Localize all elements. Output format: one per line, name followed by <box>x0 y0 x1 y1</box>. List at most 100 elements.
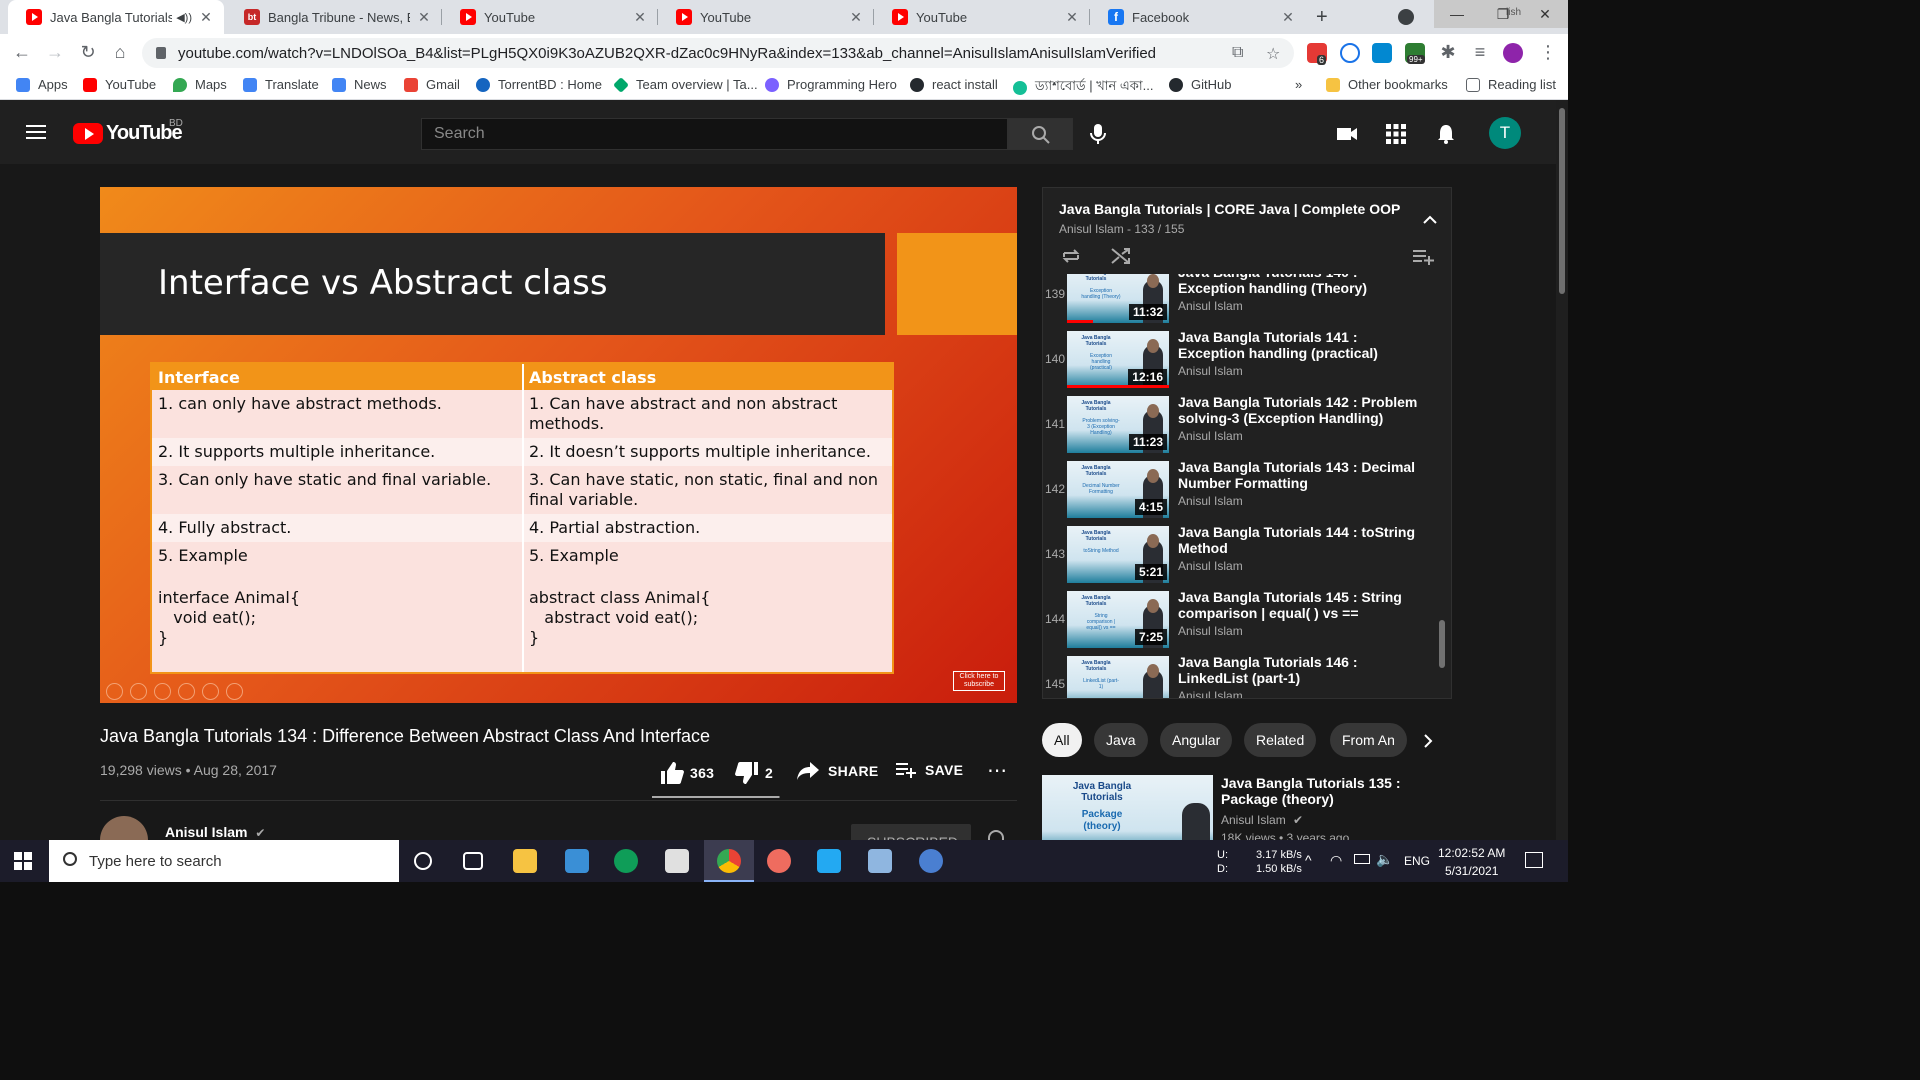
bookmark-programming-hero[interactable]: Programming Hero <box>765 77 897 92</box>
menu-hamburger-icon[interactable] <box>26 125 46 139</box>
notification-center-icon[interactable] <box>1525 852 1543 868</box>
close-tab-icon[interactable]: ✕ <box>632 9 648 26</box>
channel-name[interactable]: Anisul Islam ✔ <box>165 824 265 840</box>
playlist-thumbnail[interactable]: Java Bangla TutorialsException handling … <box>1067 331 1169 388</box>
chip-angular[interactable]: Angular <box>1160 723 1233 757</box>
chip-related[interactable]: Related <box>1244 723 1317 757</box>
channel-avatar[interactable] <box>100 816 148 840</box>
vscode-icon[interactable] <box>817 849 841 873</box>
bookmark-maps[interactable]: Maps <box>173 77 227 92</box>
extension-1-icon[interactable]: 6 <box>1307 43 1327 65</box>
playlist-item[interactable]: 142 Java Bangla Tutorials Decimal Number F… <box>1043 457 1451 522</box>
bookmark-gmail[interactable]: Gmail <box>404 77 460 92</box>
other-bookmarks[interactable]: Other bookmarks <box>1326 77 1448 92</box>
file-explorer-icon[interactable] <box>513 849 537 873</box>
speaker-icon[interactable]: ◀)) <box>176 11 192 24</box>
task-view-icon[interactable] <box>463 852 483 870</box>
prev-slide-icon[interactable] <box>106 683 123 700</box>
recommended-thumbnail[interactable]: Java Bangla Tutorials Package (theory) <box>1042 775 1213 840</box>
extension-4-icon[interactable]: 99+ <box>1405 43 1425 64</box>
home-icon[interactable]: ⌂ <box>108 42 132 63</box>
more-actions-icon[interactable]: ⋯ <box>987 758 1007 783</box>
recommended-video[interactable]: Java Bangla Tutorials Package (theory) J… <box>1042 775 1452 840</box>
bookmark-translate[interactable]: Translate <box>243 77 319 92</box>
paint-app-icon[interactable] <box>767 849 791 873</box>
page-scrollbar[interactable] <box>1556 100 1568 840</box>
save-button[interactable]: SAVE <box>896 762 963 778</box>
click-to-subscribe-chip[interactable]: Click here to subscribe <box>953 671 1005 691</box>
bookmark-react-install[interactable]: react install <box>910 77 998 92</box>
media-control-icon[interactable]: ≡ <box>1468 42 1492 63</box>
tab-facebook[interactable]: f Facebook ✕ <box>1090 0 1306 34</box>
playlist-scrollbar-thumb[interactable] <box>1439 620 1445 668</box>
chips-next-chevron-icon[interactable] <box>1423 734 1433 748</box>
windows-start-icon[interactable] <box>14 852 32 870</box>
like-button[interactable]: 363 <box>660 762 714 784</box>
new-tab-icon[interactable]: + <box>1316 6 1328 29</box>
bookmarks-overflow-button[interactable]: » <box>1295 77 1302 92</box>
chip-all[interactable]: All <box>1042 723 1082 757</box>
close-tab-icon[interactable]: ✕ <box>198 9 214 26</box>
tab-youtube-1[interactable]: YouTube ✕ <box>442 0 658 34</box>
page-scrollbar-thumb[interactable] <box>1559 108 1565 294</box>
skype-icon[interactable] <box>1372 43 1392 63</box>
video-player[interactable]: Interface vs Abstract class Interface Ab… <box>100 187 1017 703</box>
playlist-thumbnail[interactable]: Java Bangla Tutorials Decimal Number Form… <box>1067 461 1169 518</box>
notifications-bell-icon[interactable] <box>1436 124 1456 144</box>
battery-icon[interactable] <box>1354 854 1370 864</box>
pen-icon[interactable] <box>154 683 171 700</box>
collapse-chevron-up-icon[interactable] <box>1423 214 1437 224</box>
playlist-thumbnail[interactable]: Java Bangla Tutorials String comparison |… <box>1067 591 1169 648</box>
reading-list[interactable]: Reading list <box>1466 77 1556 92</box>
extension-2-icon[interactable] <box>1340 43 1360 63</box>
next-slide-icon[interactable] <box>130 683 147 700</box>
profile-avatar[interactable] <box>1503 43 1523 63</box>
tray-chevron-up-icon[interactable]: ^ <box>1305 852 1312 868</box>
tab-java-bangla[interactable]: Java Bangla Tutorials 13 ◀)) ✕ <box>8 0 224 34</box>
lock-icon[interactable] <box>156 47 166 59</box>
edge-icon[interactable] <box>614 849 638 873</box>
shuffle-icon[interactable] <box>1111 247 1131 265</box>
tab-bangla-tribune[interactable]: bt Bangla Tribune - News, Beh ✕ <box>226 0 442 34</box>
playlist-thumbnail[interactable]: Java Bangla Tutorials Problem solving-3 (… <box>1067 396 1169 453</box>
more-icon[interactable] <box>226 683 243 700</box>
virtualbox-icon[interactable] <box>868 849 892 873</box>
zoom-icon[interactable] <box>202 683 219 700</box>
store-icon[interactable] <box>665 849 689 873</box>
subscribed-button[interactable]: SUBSCRIBED <box>851 824 971 840</box>
close-tab-icon[interactable]: ✕ <box>1280 9 1296 26</box>
wifi-icon[interactable]: ◠ <box>1330 852 1342 869</box>
playlist-thumbnail[interactable]: Java Bangla Tutorials LinkedList (part-1) <box>1067 656 1169 698</box>
notification-bell-icon[interactable] <box>988 830 1004 840</box>
account-avatar[interactable]: T <box>1489 117 1521 149</box>
tab-youtube-2[interactable]: YouTube ✕ <box>658 0 874 34</box>
playlist-menu-icon[interactable] <box>1413 249 1435 265</box>
bookmark-news[interactable]: News <box>332 77 387 92</box>
dislike-button[interactable]: 2 <box>735 762 773 784</box>
minimize-icon[interactable]: — <box>1434 0 1480 28</box>
playlist-thumbnail[interactable]: Java Bangla TutorialsException handling … <box>1067 274 1169 323</box>
chip-java[interactable]: Java <box>1094 723 1148 757</box>
playlist-item[interactable]: 139Java Bangla TutorialsException handli… <box>1043 274 1451 327</box>
chrome-taskbar-button[interactable] <box>704 840 754 882</box>
playlist-item[interactable]: 143 Java Bangla Tutorials toString Method 5… <box>1043 522 1451 587</box>
search-input[interactable]: Search <box>421 118 1008 150</box>
qbittorrent-icon[interactable] <box>919 849 943 873</box>
back-icon[interactable]: ← <box>10 42 34 63</box>
taskbar-search-input[interactable]: Type here to search <box>49 840 399 882</box>
tab-search-icon[interactable] <box>1398 9 1414 25</box>
bookmark-youtube[interactable]: YouTube <box>83 77 156 92</box>
youtube-logo[interactable]: YouTube BD <box>73 118 183 145</box>
browser-menu-icon[interactable]: ⋮ <box>1536 42 1560 63</box>
close-tab-icon[interactable]: ✕ <box>1064 9 1080 26</box>
bookmark-github[interactable]: GitHub <box>1169 77 1231 92</box>
extensions-puzzle-icon[interactable]: ✱ <box>1436 42 1460 63</box>
slides-icon[interactable] <box>178 683 195 700</box>
share-button[interactable]: SHARE <box>797 762 879 780</box>
cortana-icon[interactable] <box>414 852 432 870</box>
chip-from-an[interactable]: From An <box>1330 723 1407 757</box>
close-tab-icon[interactable]: ✕ <box>848 9 864 26</box>
bookmark-dashboard[interactable]: ড্যাশবোর্ড | খান একা... <box>1013 77 1153 98</box>
workspace-app-icon[interactable] <box>565 849 589 873</box>
close-tab-icon[interactable]: ✕ <box>416 9 432 26</box>
